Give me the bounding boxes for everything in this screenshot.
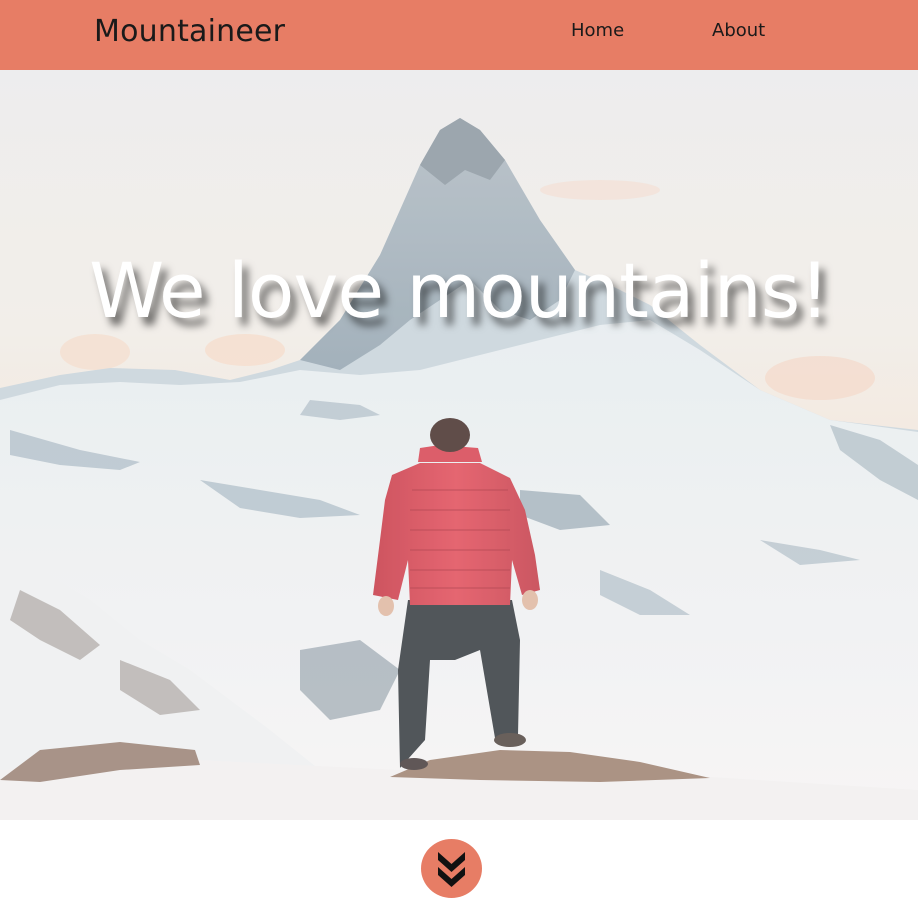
- scroll-down-button[interactable]: [421, 839, 482, 898]
- hero-background-image: [0, 70, 918, 820]
- nav-link-home[interactable]: Home: [571, 19, 624, 43]
- nav-link-about[interactable]: About: [712, 19, 765, 43]
- hero-title: We love mountains!: [89, 245, 830, 335]
- brand-logo-text[interactable]: Mountaineer: [94, 12, 285, 52]
- navbar: Mountaineer Home About: [0, 0, 918, 70]
- hero-section: We love mountains!: [0, 70, 918, 820]
- double-chevron-down-icon: [438, 852, 465, 887]
